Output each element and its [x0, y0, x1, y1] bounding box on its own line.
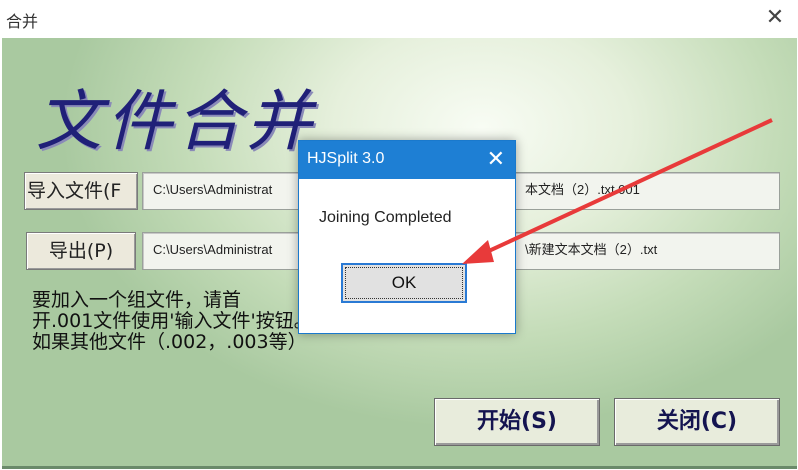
focus-rectangle [345, 267, 463, 299]
input-path-right: 本文档（2）.txt.001 [525, 182, 640, 197]
start-button-label: 开始(S) [477, 409, 557, 434]
input-path-left: C:\Users\Administrat [153, 182, 273, 197]
completion-dialog: HJSplit 3.0 ✕ Joining Completed OK [298, 140, 516, 334]
input-path-field-right[interactable]: 本文档（2）.txt.001 [514, 172, 780, 210]
dialog-titlebar: HJSplit 3.0 ✕ [299, 141, 515, 179]
input-path-field[interactable]: C:\Users\Administrat [142, 172, 302, 210]
help-line-3: 如果其他文件（.002，.003等） [32, 331, 307, 353]
close-icon[interactable]: ✕ [760, 4, 790, 32]
close-icon[interactable]: ✕ [487, 146, 505, 174]
page-title: 文件合并 [36, 83, 316, 160]
export-button-label: 导出(P) [48, 240, 114, 262]
output-path-right: \新建文本文档（2）.txt [525, 242, 658, 257]
window-titlebar: 合并 ✕ [0, 0, 798, 38]
output-path-field[interactable]: C:\Users\Administrat [142, 232, 302, 270]
close-button-label: 关闭(C) [656, 409, 738, 434]
window-title: 合并 [6, 12, 39, 31]
import-file-button[interactable]: 导入文件(F [24, 172, 138, 210]
dialog-title: HJSplit 3.0 [307, 150, 385, 167]
output-path-field-right[interactable]: \新建文本文档（2）.txt [514, 232, 780, 270]
help-line-1: 要加入一个组文件，请首 [32, 289, 242, 311]
export-button[interactable]: 导出(P) [26, 232, 136, 270]
help-text: 要加入一个组文件，请首 开.001文件使用'输入文件'按钮。 如果其他文件（.0… [32, 290, 313, 353]
start-button[interactable]: 开始(S) [434, 398, 600, 446]
dialog-message: Joining Completed [319, 209, 452, 226]
output-path-left: C:\Users\Administrat [153, 242, 273, 257]
ok-button[interactable]: OK [341, 263, 467, 303]
close-button[interactable]: 关闭(C) [614, 398, 780, 446]
import-file-button-label: 导入文件(F [27, 180, 122, 202]
help-line-2: 开.001文件使用'输入文件'按钮。 [32, 310, 313, 332]
